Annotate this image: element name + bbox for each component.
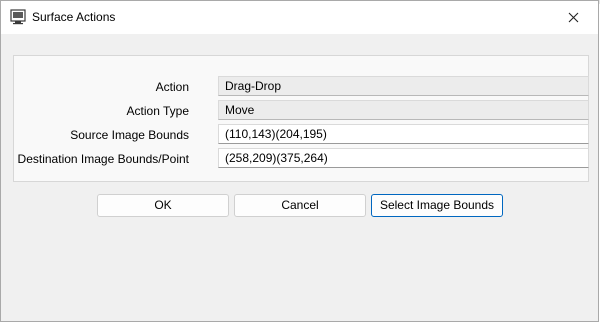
action-field: Drag-Drop <box>218 76 589 96</box>
close-button[interactable] <box>550 1 596 34</box>
action-label: Action <box>155 80 189 94</box>
action-type-field: Move <box>218 100 589 120</box>
destination-bounds-field[interactable]: (258,209)(375,264) <box>218 148 589 168</box>
source-bounds-field[interactable]: (110,143)(204,195) <box>218 124 589 144</box>
surface-actions-dialog: Surface Actions Action Drag-Drop Action … <box>0 0 599 322</box>
app-window-icon <box>10 9 26 25</box>
dialog-title: Surface Actions <box>32 10 116 24</box>
cancel-button[interactable]: Cancel <box>234 194 366 217</box>
ok-button[interactable]: OK <box>97 194 229 217</box>
destination-bounds-label: Destination Image Bounds/Point <box>17 152 189 166</box>
select-image-bounds-button[interactable]: Select Image Bounds <box>371 194 503 217</box>
fields-group: Action Drag-Drop Action Type Move Source… <box>13 55 589 182</box>
action-type-label: Action Type <box>126 104 189 118</box>
source-bounds-label: Source Image Bounds <box>70 128 189 142</box>
title-bar[interactable]: Surface Actions <box>1 1 598 34</box>
close-icon <box>568 12 578 23</box>
